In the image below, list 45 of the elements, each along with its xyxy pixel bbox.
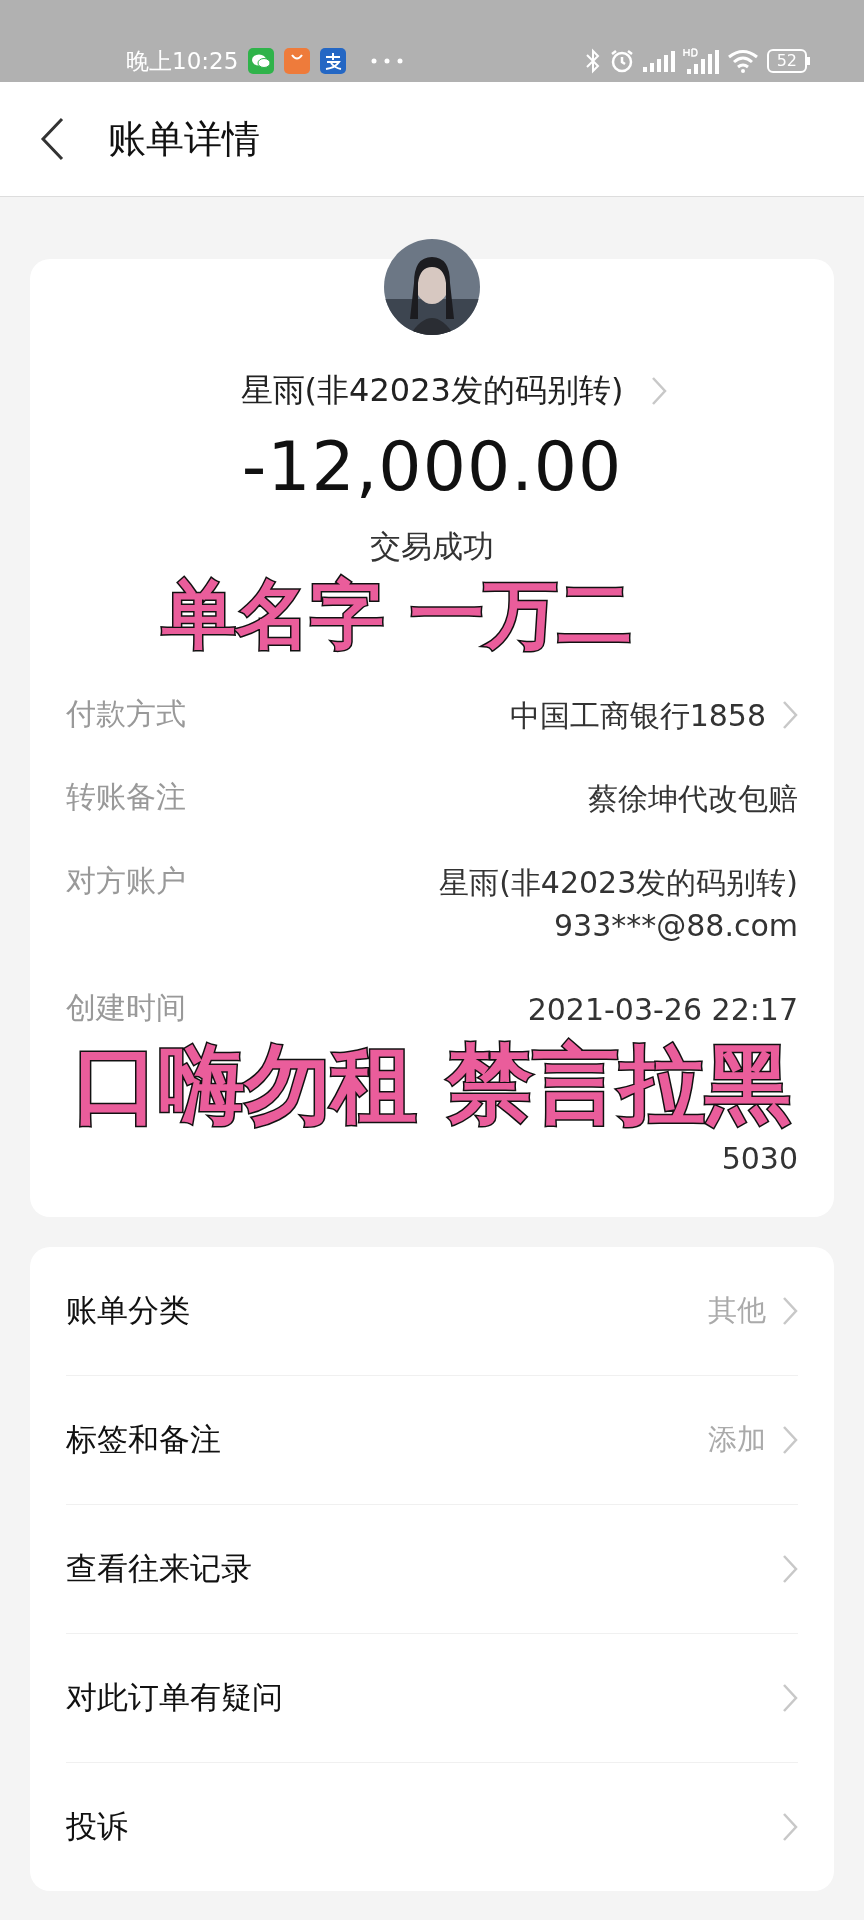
payment-app-icon — [320, 48, 347, 74]
menu-label: 对此订单有疑问 — [66, 1678, 283, 1717]
detail-value: 中国工商银行1858 — [509, 696, 766, 735]
menu-value: 其他 — [708, 1292, 766, 1329]
bluetooth-icon — [584, 48, 601, 74]
detail-value: 2021-03-26 22:17 — [527, 990, 798, 1029]
amount: -12,000.00 — [241, 427, 623, 506]
transaction-status: 交易成功 — [370, 527, 494, 566]
chevron-icon — [782, 1296, 798, 1326]
menu-label: 投诉 — [66, 1807, 128, 1846]
payee-name: 星雨(非42023发的码别转) — [240, 370, 624, 411]
clock: 晚上10:25 — [126, 46, 239, 76]
menu-label: 标签和备注 — [66, 1420, 221, 1459]
menu-label: 账单分类 — [66, 1291, 190, 1330]
caption-overlay: 口嗨勿租 禁言拉黑 — [72, 1039, 792, 1130]
chevron-icon — [782, 1554, 798, 1584]
menu-item[interactable]: 标签和备注 添加 — [66, 1376, 798, 1505]
chevron-icon — [782, 1425, 798, 1455]
chat-app-icon — [248, 48, 275, 74]
chevron-icon — [782, 1812, 798, 1842]
caption-overlay: 单名字 一万二 — [161, 576, 633, 654]
menu-label: 查看往来记录 — [66, 1549, 252, 1588]
wifi-icon — [726, 49, 759, 73]
detail-value: 5030 — [721, 1140, 798, 1179]
detail-label: 转账备注 — [66, 778, 186, 817]
battery-icon: 52 — [766, 49, 810, 73]
back-button[interactable] — [40, 117, 64, 161]
detail-label: 付款方式 — [66, 694, 186, 733]
menu-value: 添加 — [708, 1421, 766, 1458]
chevron-icon — [782, 1683, 798, 1713]
detail-value: 蔡徐坤代改包赔 — [588, 780, 798, 819]
chevron-icon — [651, 376, 668, 406]
shopping-bag-icon — [284, 48, 311, 74]
menu-item[interactable]: 投诉 — [66, 1763, 798, 1891]
more-icon — [370, 57, 405, 65]
detail-label: 创建时间 — [66, 988, 186, 1027]
hd-signal-icon — [682, 48, 719, 74]
signal-icon — [642, 50, 675, 72]
menu-item[interactable]: 账单分类 其他 — [66, 1247, 798, 1376]
detail-value: 933***@88.com — [553, 907, 798, 946]
detail-value: 星雨(非42023发的码别转) — [439, 863, 798, 902]
page-title: 账单详情 — [108, 115, 260, 163]
detail-label: 对方账户 — [66, 861, 186, 900]
menu-item[interactable]: 对此订单有疑问 — [66, 1634, 798, 1763]
menu-item[interactable]: 查看往来记录 — [66, 1505, 798, 1634]
